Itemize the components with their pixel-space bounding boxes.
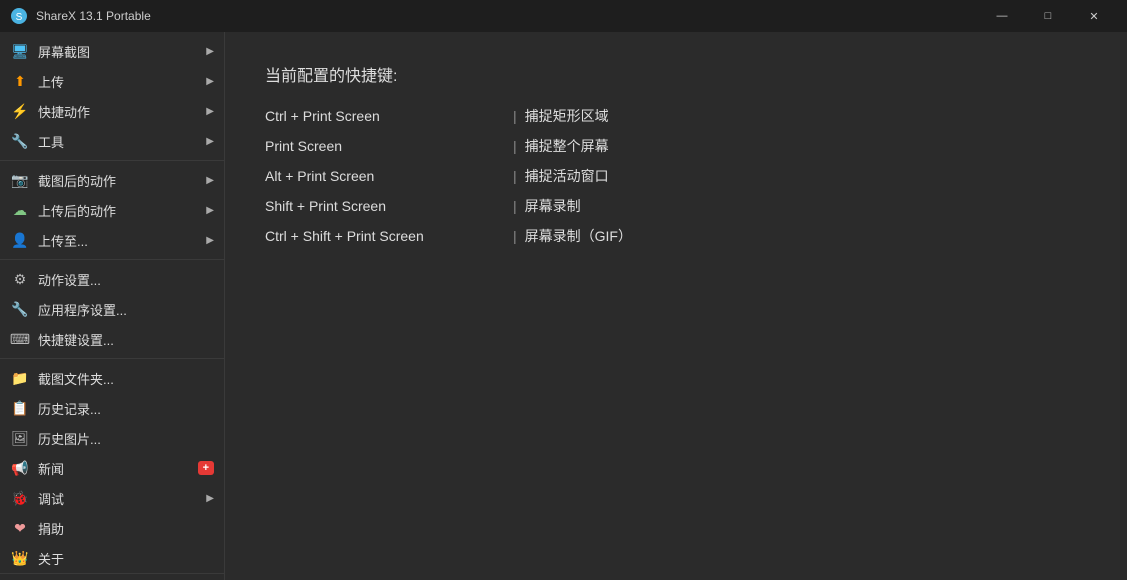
debug-label: 调试 (38, 489, 64, 508)
sidebar: 🖥 屏幕截图 ▶ ⬆ 上传 ▶ ⚡ 快捷动作 ▶ 🔧 工具 ▶ 📷 截图后的动作 ▶ ☁ 上传后的动作 ▶ 👤 上传至… (0, 32, 225, 580)
histimg-icon: 🖼 (10, 428, 30, 448)
shortcut-desc-3: 屏幕录制 (525, 196, 581, 216)
sidebar-item-actsettings[interactable]: ⚙ 动作设置... (0, 264, 224, 294)
sidebar-item-uploadto[interactable]: 👤 上传至... ▶ (0, 225, 224, 255)
sidebar-item-afterup[interactable]: ☁ 上传后的动作 ▶ (0, 195, 224, 225)
screenshot-arrow: ▶ (206, 46, 214, 57)
sidebar-item-about[interactable]: 👑 关于 (0, 543, 224, 573)
shortcut-row-1: Print Screen | 捕捉整个屏幕 (265, 136, 1087, 156)
uploadto-label: 上传至... (38, 231, 88, 250)
sidebar-item-hotkeys[interactable]: ⌨ 快捷键设置... (0, 324, 224, 354)
hotkeys-icon: ⌨ (10, 329, 30, 349)
shortcut-desc-0: 捕捉矩形区域 (525, 106, 609, 126)
sidebar-item-screenshot[interactable]: 🖥 屏幕截图 ▶ (0, 36, 224, 66)
shortcut-sep-3: | (513, 198, 517, 214)
shortcut-key-1: Print Screen (265, 138, 505, 154)
app-logo: S (10, 7, 28, 25)
sidebar-item-donate[interactable]: ❤ 捐助 (0, 513, 224, 543)
about-label: 关于 (38, 549, 64, 568)
sidebar-footer: 🐦💬P₿⚙ (0, 573, 224, 580)
close-button[interactable]: ✕ (1071, 0, 1117, 32)
shortcut-key-0: Ctrl + Print Screen (265, 108, 505, 124)
sidebar-item-folder[interactable]: 📁 截图文件夹... (0, 363, 224, 393)
debug-arrow: ▶ (206, 493, 214, 504)
sidebar-item-tools[interactable]: 🔧 工具 ▶ (0, 126, 224, 156)
aftercap-label: 截图后的动作 (38, 171, 116, 190)
sidebar-item-appsettings[interactable]: 🔧 应用程序设置... (0, 294, 224, 324)
folder-icon: 📁 (10, 368, 30, 388)
shortcut-key-2: Alt + Print Screen (265, 168, 505, 184)
actsettings-icon: ⚙ (10, 269, 30, 289)
maximize-button[interactable]: □ (1025, 0, 1071, 32)
window-controls: — □ ✕ (979, 0, 1117, 32)
histimg-label: 历史图片... (38, 429, 101, 448)
history-icon: 📋 (10, 398, 30, 418)
afterup-label: 上传后的动作 (38, 201, 116, 220)
svg-text:S: S (16, 12, 23, 23)
main-layout: 🖥 屏幕截图 ▶ ⬆ 上传 ▶ ⚡ 快捷动作 ▶ 🔧 工具 ▶ 📷 截图后的动作 ▶ ☁ 上传后的动作 ▶ 👤 上传至… (0, 32, 1127, 580)
uploadto-arrow: ▶ (206, 235, 214, 246)
tools-icon: 🔧 (10, 131, 30, 151)
quickaction-label: 快捷动作 (38, 102, 90, 121)
shortcut-list: Ctrl + Print Screen | 捕捉矩形区域 Print Screen | 捕… (265, 106, 1087, 246)
sidebar-item-news[interactable]: 📢 新闻 + (0, 453, 224, 483)
shortcut-desc-4: 屏幕录制（GIF） (525, 226, 632, 246)
minimize-button[interactable]: — (979, 0, 1025, 32)
upload-arrow: ▶ (206, 76, 214, 87)
tools-arrow: ▶ (206, 136, 214, 147)
upload-label: 上传 (38, 72, 64, 91)
sidebar-item-debug[interactable]: 🐞 调试 ▶ (0, 483, 224, 513)
shortcut-row-2: Alt + Print Screen | 捕捉活动窗口 (265, 166, 1087, 186)
shortcut-row-3: Shift + Print Screen | 屏幕录制 (265, 196, 1087, 216)
app-title: ShareX 13.1 Portable (36, 9, 979, 23)
aftercap-arrow: ▶ (206, 175, 214, 186)
appsettings-label: 应用程序设置... (38, 300, 127, 319)
aftercap-icon: 📷 (10, 170, 30, 190)
shortcut-key-4: Ctrl + Shift + Print Screen (265, 228, 505, 244)
screenshot-icon: 🖥 (10, 41, 30, 61)
donate-label: 捐助 (38, 519, 64, 538)
shortcut-sep-1: | (513, 138, 517, 154)
quickaction-icon: ⚡ (10, 101, 30, 121)
content-area: 当前配置的快捷键: Ctrl + Print Screen | 捕捉矩形区域 Prin… (225, 32, 1127, 580)
uploadto-icon: 👤 (10, 230, 30, 250)
afterup-arrow: ▶ (206, 205, 214, 216)
screenshot-label: 屏幕截图 (38, 42, 90, 61)
shortcut-desc-1: 捕捉整个屏幕 (525, 136, 609, 156)
sidebar-item-history[interactable]: 📋 历史记录... (0, 393, 224, 423)
news-label: 新闻 (38, 459, 64, 478)
folder-label: 截图文件夹... (38, 369, 114, 388)
sidebar-item-histimg[interactable]: 🖼 历史图片... (0, 423, 224, 453)
shortcut-key-3: Shift + Print Screen (265, 198, 505, 214)
sidebar-divider (0, 259, 224, 260)
appsettings-icon: 🔧 (10, 299, 30, 319)
shortcut-row-0: Ctrl + Print Screen | 捕捉矩形区域 (265, 106, 1087, 126)
sidebar-item-quickaction[interactable]: ⚡ 快捷动作 ▶ (0, 96, 224, 126)
sidebar-divider (0, 358, 224, 359)
donate-icon: ❤ (10, 518, 30, 538)
afterup-icon: ☁ (10, 200, 30, 220)
shortcut-sep-4: | (513, 228, 517, 244)
news-badge: + (198, 461, 214, 475)
tools-label: 工具 (38, 132, 64, 151)
hotkeys-label: 快捷键设置... (38, 330, 114, 349)
debug-icon: 🐞 (10, 488, 30, 508)
titlebar: S ShareX 13.1 Portable — □ ✕ (0, 0, 1127, 32)
content-title: 当前配置的快捷键: (265, 62, 1087, 86)
shortcut-row-4: Ctrl + Shift + Print Screen | 屏幕录制（GIF） (265, 226, 1087, 246)
quickaction-arrow: ▶ (206, 106, 214, 117)
upload-icon: ⬆ (10, 71, 30, 91)
actsettings-label: 动作设置... (38, 270, 101, 289)
sidebar-divider (0, 160, 224, 161)
shortcut-desc-2: 捕捉活动窗口 (525, 166, 609, 186)
news-icon: 📢 (10, 458, 30, 478)
shortcut-sep-2: | (513, 168, 517, 184)
history-label: 历史记录... (38, 399, 101, 418)
sidebar-item-aftercap[interactable]: 📷 截图后的动作 ▶ (0, 165, 224, 195)
shortcut-sep-0: | (513, 108, 517, 124)
about-icon: 👑 (10, 548, 30, 568)
sidebar-item-upload[interactable]: ⬆ 上传 ▶ (0, 66, 224, 96)
